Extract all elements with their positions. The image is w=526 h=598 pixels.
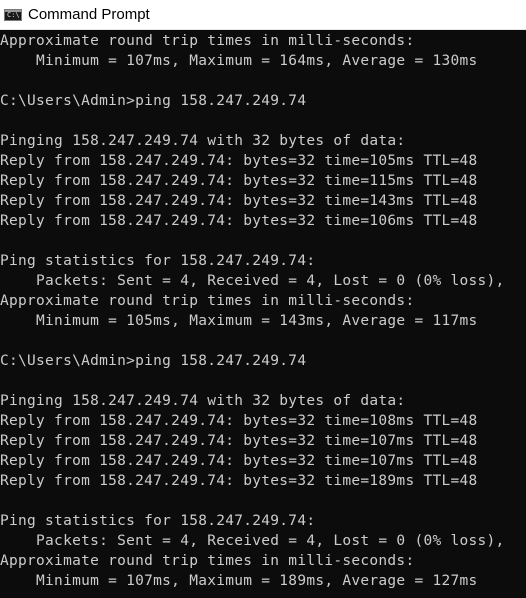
title-bar[interactable]: C:\ Command Prompt xyxy=(0,0,526,30)
console-line: Minimum = 105ms, Maximum = 143ms, Averag… xyxy=(0,313,478,329)
console-line: Approximate round trip times in milli-se… xyxy=(0,553,415,569)
console-line: C:\Users\Admin>ping 158.247.249.74 xyxy=(0,93,307,109)
console-line: Reply from 158.247.249.74: bytes=32 time… xyxy=(0,193,478,209)
cmd-console-icon: C:\ xyxy=(4,8,22,21)
command-prompt-window: C:\ Command Prompt Approximate round tri… xyxy=(0,0,526,598)
console-line: Pinging 158.247.249.74 with 32 bytes of … xyxy=(0,133,406,149)
console-line: Reply from 158.247.249.74: bytes=32 time… xyxy=(0,453,478,469)
console-line: Reply from 158.247.249.74: bytes=32 time… xyxy=(0,153,478,169)
cmd-icon-glyph: C:\ xyxy=(7,10,20,19)
console-line: C:\Users\Admin>ping 158.247.249.74 xyxy=(0,353,307,369)
console-line: Approximate round trip times in milli-se… xyxy=(0,293,415,309)
console-line: Ping statistics for 158.247.249.74: xyxy=(0,253,316,269)
console-line: Packets: Sent = 4, Received = 4, Lost = … xyxy=(0,533,505,549)
console-output-area[interactable]: Approximate round trip times in milli-se… xyxy=(0,30,526,598)
console-line: Reply from 158.247.249.74: bytes=32 time… xyxy=(0,213,478,229)
window-title: Command Prompt xyxy=(28,6,150,23)
console-line: Minimum = 107ms, Maximum = 164ms, Averag… xyxy=(0,53,478,69)
console-lines: Approximate round trip times in milli-se… xyxy=(0,31,505,591)
console-line: Ping statistics for 158.247.249.74: xyxy=(0,513,316,529)
console-line: Reply from 158.247.249.74: bytes=32 time… xyxy=(0,473,478,489)
console-line: Reply from 158.247.249.74: bytes=32 time… xyxy=(0,433,478,449)
console-line: Reply from 158.247.249.74: bytes=32 time… xyxy=(0,413,478,429)
console-line: Approximate round trip times in milli-se… xyxy=(0,33,415,49)
console-line: Packets: Sent = 4, Received = 4, Lost = … xyxy=(0,273,505,289)
console-line: Reply from 158.247.249.74: bytes=32 time… xyxy=(0,173,478,189)
console-line: Pinging 158.247.249.74 with 32 bytes of … xyxy=(0,393,406,409)
console-line: Minimum = 107ms, Maximum = 189ms, Averag… xyxy=(0,573,478,589)
